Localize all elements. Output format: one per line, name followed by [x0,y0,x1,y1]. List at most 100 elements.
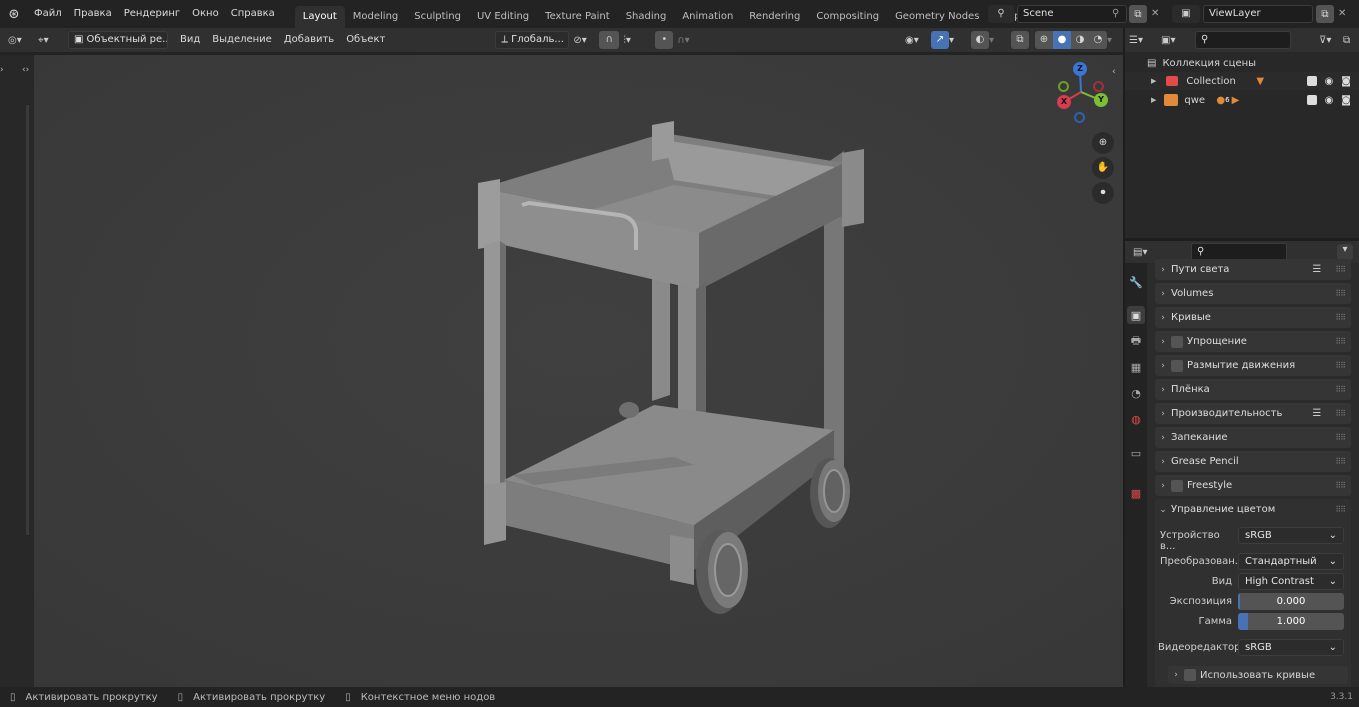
blender-logo-icon[interactable]: ⊛ [0,7,28,22]
outliner-editor-icon[interactable]: ☰▾ [1129,35,1161,46]
drag-handle-icon[interactable]: ⠿⠿ [1335,385,1346,394]
display-device-select[interactable]: sRGB ⌄ [1238,527,1344,544]
gizmo-x-axis[interactable]: X [1057,95,1071,109]
gizmo-y-axis[interactable]: Y [1094,93,1108,107]
properties-editor-icon[interactable]: ▤▾ [1133,247,1163,258]
visibility-icon[interactable]: ◉▾ [905,35,931,46]
outliner-search-input[interactable]: ⚲ [1195,31,1291,49]
drag-handle-icon[interactable]: ⠿⠿ [1335,409,1346,418]
overlay-menu-icon[interactable]: ▾ [989,35,1005,46]
tab-modeling[interactable]: Modeling [345,6,407,28]
include-checkbox[interactable] [1306,95,1317,105]
menu-help[interactable]: Справка [225,0,281,28]
outliner-row-qwe[interactable]: ▶ qwe ● 6 ▶ ◉ ◙ [1125,91,1359,109]
expand-arrow-icon[interactable]: ▶ [1151,77,1156,85]
pivot-point-icon[interactable]: ⊘▾ [573,35,599,46]
scene-selector-icon[interactable]: ⚲ [988,5,1014,23]
tool-tab-icon[interactable]: 🔧 [1127,273,1145,291]
exposure-slider[interactable]: 0.000 [1238,593,1344,610]
section-freestyle[interactable]: › Freestyle ⠿⠿ [1155,475,1351,496]
drag-handle-icon[interactable]: ⠿⠿ [1335,505,1346,514]
expand-arrow-icon[interactable]: ▶ [1151,96,1156,104]
outliner-row-scene-collection[interactable]: ▤ Коллекция сцены [1125,54,1359,72]
drag-handle-icon[interactable]: ⠿⠿ [1335,289,1346,298]
pin-icon[interactable]: ⚲ [1112,5,1126,23]
use-curves-row[interactable]: › Использовать кривые [1168,666,1348,684]
gizmo-z-axis[interactable]: Z [1073,62,1087,76]
section-motion-blur[interactable]: › Размытие движения ⠿⠿ [1155,355,1351,376]
delete-view-layer-icon[interactable]: ✕ [1338,5,1352,23]
shading-solid-icon[interactable]: ● [1053,31,1071,49]
scene-tab-icon[interactable]: ◔ [1127,384,1145,402]
look-select[interactable]: High Contrast ⌄ [1238,573,1344,590]
gizmo-neg-y-axis[interactable] [1058,81,1069,92]
xray-toggle-icon[interactable]: ⧉ [1011,31,1029,49]
section-volumes[interactable]: › Volumes ⠿⠿ [1155,283,1351,304]
menu-object[interactable]: Объект [340,26,391,54]
drag-handle-icon[interactable]: ⠿⠿ [1335,337,1346,346]
toolbar-expand-icon[interactable]: › [0,65,12,75]
section-simplify[interactable]: › Упрощение ⠿⠿ [1155,331,1351,352]
zoom-icon[interactable]: ⊕ [1092,132,1114,154]
drag-handle-icon[interactable]: ⠿⠿ [1335,265,1346,274]
menu-render[interactable]: Рендеринг [118,0,186,28]
properties-options-icon[interactable]: ▾ [1337,244,1353,260]
toolbar-collapse-icon[interactable]: ‹› [22,65,34,75]
camera-view-icon[interactable]: ⏺ [1092,182,1114,204]
freestyle-checkbox[interactable] [1171,479,1183,492]
3d-viewport[interactable]: Z X Y ⊕ ✋ ⏺ ‹ [34,55,1123,687]
section-light-paths[interactable]: › Пути света ☰ ⠿⠿ [1155,259,1351,280]
transform-pivot-icon[interactable]: ⌖▾ [38,35,68,46]
menu-select[interactable]: Выделение [206,26,278,54]
tab-rendering[interactable]: Rendering [741,6,808,28]
gizmo-neg-z-axis[interactable] [1074,112,1085,123]
drag-handle-icon[interactable]: ⠿⠿ [1335,361,1346,370]
shading-rendered-icon[interactable]: ◔ [1089,31,1107,49]
texture-tab-icon[interactable]: ▩ [1127,484,1145,502]
view-layer-tab-icon[interactable]: ▦ [1127,358,1145,376]
include-checkbox[interactable] [1306,76,1317,86]
eye-icon[interactable]: ◉ [1325,76,1334,87]
section-performance[interactable]: › Производительность ☰ ⠿⠿ [1155,403,1351,424]
scene-name-field[interactable]: Scene [1017,5,1127,23]
toolbar-scroll[interactable] [26,105,29,535]
drag-handle-icon[interactable]: ⠿⠿ [1335,313,1346,322]
render-camera-icon[interactable]: ◙ [1341,95,1351,106]
gamma-slider[interactable]: 1.000 [1238,613,1344,630]
gizmo-toggle-icon[interactable]: ↗ [931,31,949,49]
simplify-checkbox[interactable] [1171,335,1183,348]
collection-tab-icon[interactable]: ▭ [1127,444,1145,462]
tab-shading[interactable]: Shading [618,6,675,28]
shading-wireframe-icon[interactable]: ⊕ [1035,31,1053,49]
render-camera-icon[interactable]: ◙ [1341,76,1351,87]
use-curves-checkbox[interactable] [1184,669,1196,681]
tab-geometry-nodes[interactable]: Geometry Nodes [887,6,987,28]
sidebar-toggle-icon[interactable]: ‹ [1112,67,1116,77]
tab-animation[interactable]: Animation [674,6,741,28]
falloff-icon[interactable]: ∩▾ [677,35,707,46]
tab-uv-editing[interactable]: UV Editing [469,6,537,28]
view-layer-field[interactable]: ViewLayer [1203,5,1313,23]
editor-type-icon[interactable]: ◎▾ [8,35,38,46]
render-tab-icon[interactable]: ▣ [1127,306,1145,324]
drag-handle-icon[interactable]: ⠿⠿ [1335,433,1346,442]
menu-edit[interactable]: Правка [68,0,118,28]
new-view-layer-button[interactable]: ⧉ [1316,5,1334,23]
tab-compositing[interactable]: Compositing [808,6,887,28]
section-grease-pencil[interactable]: › Grease Pencil ⠿⠿ [1155,451,1351,472]
drag-handle-icon[interactable]: ⠿⠿ [1335,481,1346,490]
view-layer-icon[interactable]: ▣ [1172,5,1200,23]
snap-toggle-icon[interactable]: ∩ [599,31,620,49]
outliner-row-collection[interactable]: ▶ Collection ▼ ◉ ◙ [1125,72,1359,90]
new-scene-button[interactable]: ⧉ [1129,5,1147,23]
filter-icon[interactable]: ⊽▾ [1319,35,1343,46]
display-mode-icon[interactable]: ▣▾ [1161,35,1193,46]
tab-sculpting[interactable]: Sculpting [406,6,469,28]
color-management-header[interactable]: ⌄ Управление цветом ⠿⠿ [1155,499,1351,520]
gizmo-menu-icon[interactable]: ▾ [949,35,965,46]
pan-hand-icon[interactable]: ✋ [1092,157,1114,179]
mode-select[interactable]: ▣Объектный ре...▾ [68,31,168,49]
proportional-edit-icon[interactable]: • [655,31,674,49]
section-curves[interactable]: › Кривые ⠿⠿ [1155,307,1351,328]
view-transform-select[interactable]: Стандартный ⌄ [1238,553,1344,570]
